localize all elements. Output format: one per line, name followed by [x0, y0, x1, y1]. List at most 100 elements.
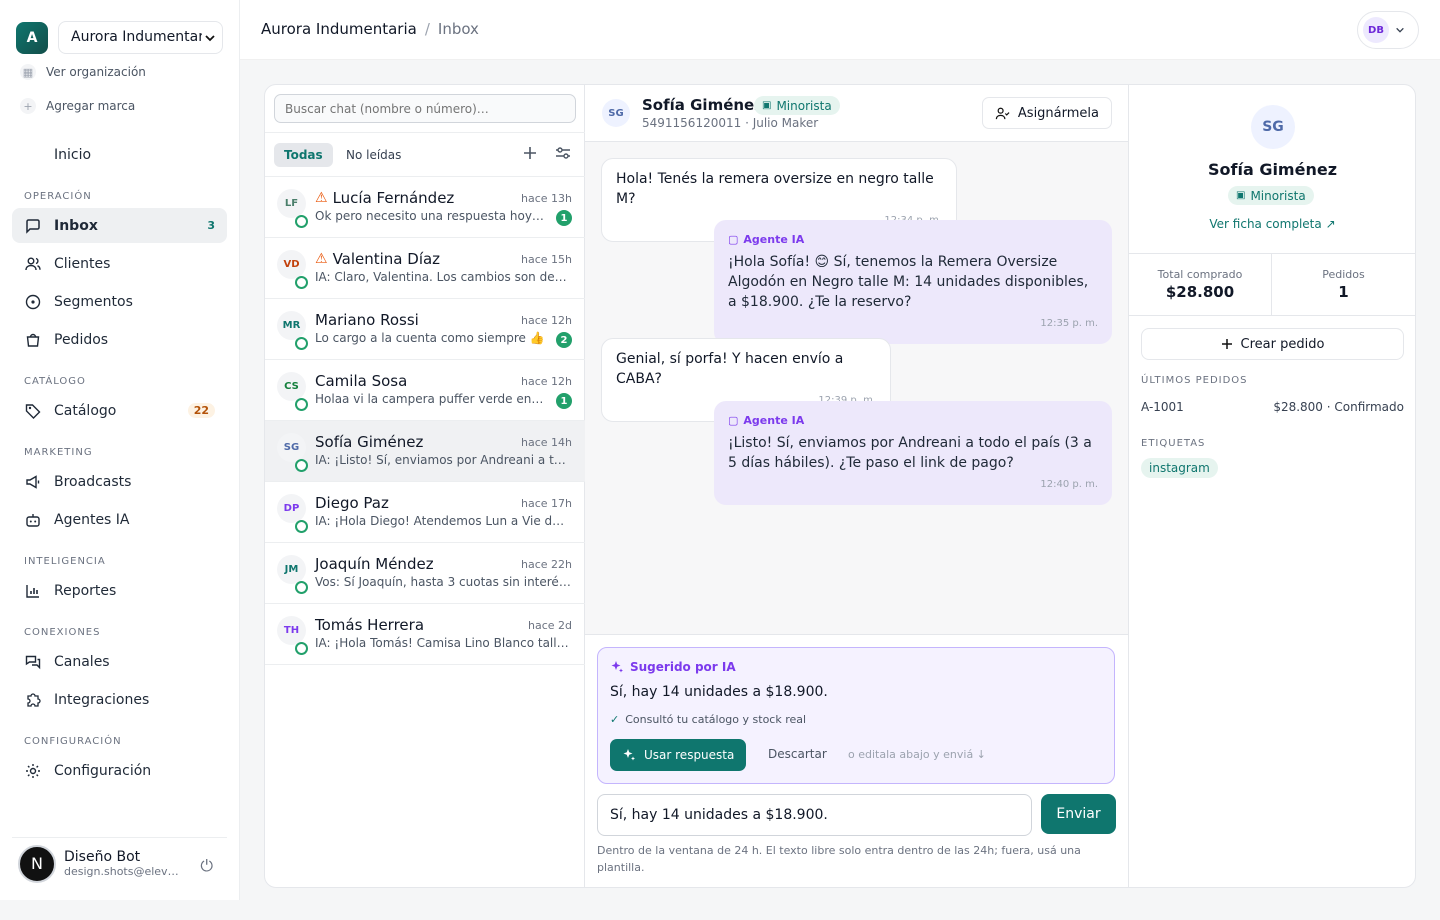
plus-icon — [1221, 339, 1232, 349]
bot-icon: ▢ — [728, 414, 739, 427]
nav-item-orders[interactable]: Pedidos — [12, 322, 227, 357]
order-row[interactable]: A-1001 $28.800 · Confirmado — [1141, 400, 1404, 414]
conversation-name: ⚠ Lucía Fernández — [315, 189, 454, 207]
avatar: SG — [277, 433, 306, 462]
order-id: A-1001 — [1141, 400, 1184, 414]
message-text: ¡Hola Sofía! 😊 Sí, tenemos la Remera Ove… — [728, 254, 1089, 310]
label-tag[interactable]: instagram — [1141, 458, 1218, 478]
nav-item-settings[interactable]: Configuración — [12, 753, 227, 788]
whatsapp-icon — [295, 215, 308, 228]
whatsapp-icon — [295, 520, 308, 533]
nav-item-broadcasts[interactable]: Broadcasts — [12, 464, 227, 499]
section-operation: OPERACIÓN — [24, 191, 92, 202]
org-select[interactable]: Aurora Indumentaria — [58, 21, 223, 54]
conversation-item[interactable]: CS Camila Sosa hace 12h Holaa vi la campera… — [265, 360, 585, 421]
user-menu-button[interactable]: DB — [1357, 11, 1419, 49]
nav-item-channels[interactable]: Canales — [12, 644, 227, 679]
conversation-name: Diego Paz — [315, 494, 389, 512]
filter-all-tab[interactable]: Todas — [274, 143, 333, 167]
conversation-item[interactable]: JM Joaquín Méndez hace 22h Vos: Sí Joaquín,… — [265, 543, 585, 604]
nav-item-agents[interactable]: Agentes IA — [12, 502, 227, 537]
conversation-name-text: Joaquín Méndez — [315, 555, 434, 573]
send-button[interactable]: Enviar — [1041, 794, 1116, 834]
nav-item-label: Inbox — [54, 217, 98, 234]
topbar: Aurora Indumentaria / Inbox DB — [240, 0, 1440, 60]
section-config: CONFIGURACIÓN — [24, 736, 122, 747]
suggestion-title: Sugerido por IA — [610, 660, 736, 674]
sidebar: A Aurora Indumentaria ▦ Ver organización… — [0, 0, 240, 900]
conversation-time: hace 13h — [521, 192, 572, 205]
plus-icon[interactable] — [523, 145, 537, 164]
users-icon — [25, 257, 41, 270]
search-input[interactable] — [274, 94, 576, 123]
stat-value: 1 — [1338, 283, 1349, 301]
customer-type-badge: ▣ Minorista — [754, 96, 840, 115]
external-link-icon: ↗ — [1325, 217, 1336, 231]
view-profile-link[interactable]: Ver ficha completa ↗ — [1129, 217, 1415, 231]
breadcrumb-org[interactable]: Aurora Indumentaria — [261, 20, 417, 38]
nav-item-integrations[interactable]: Integraciones — [12, 682, 227, 717]
target-icon — [25, 294, 41, 309]
power-icon[interactable]: ⏻ — [200, 856, 213, 876]
building-icon: ▦ — [20, 64, 36, 80]
nav-item-home[interactable]: Inicio — [12, 137, 227, 172]
whatsapp-icon — [295, 459, 308, 472]
conversation-item[interactable]: MR Mariano Rossi hace 12h Lo cargo a la cue… — [265, 299, 585, 360]
conversation-name-text: Valentina Díaz — [332, 250, 441, 268]
add-brand-link[interactable]: + Agregar marca — [20, 98, 135, 114]
ai-suggestion-card: Sugerido por IA Sí, hay 14 unidades a $1… — [597, 647, 1115, 784]
nav-item-inbox[interactable]: Inbox 3 — [12, 208, 227, 243]
whatsapp-icon — [295, 337, 308, 350]
view-org-link[interactable]: ▦ Ver organización — [20, 64, 146, 80]
conversation-item[interactable]: TH Tomás Herrera hace 2d IA: ¡Hola Tomás! C… — [265, 604, 585, 665]
avatar: DB — [1363, 17, 1389, 43]
avatar: JM — [277, 555, 306, 584]
unread-count-badge: 1 — [556, 393, 572, 409]
bot-icon: ▢ — [728, 233, 739, 246]
use-suggestion-button[interactable]: Usar respuesta — [610, 739, 747, 771]
nav-item-label: Agentes IA — [54, 511, 130, 528]
conversation-time: hace 2d — [527, 619, 572, 632]
brand-row: A Aurora Indumentaria — [16, 21, 223, 54]
ai-agent-text: Agente IA — [743, 233, 805, 246]
nav-item-reports[interactable]: Reportes — [12, 573, 227, 608]
suggestion-title-text: Sugerido por IA — [630, 660, 736, 674]
customer-type-badge: ▣ Minorista — [1228, 186, 1314, 205]
chevron-down-icon — [202, 22, 216, 53]
avatar: DP — [277, 494, 306, 523]
shopping-bag-icon — [26, 333, 40, 347]
avatar: LF — [277, 189, 306, 218]
nav-item-catalog[interactable]: Catálogo 22 — [12, 393, 227, 428]
stat-orders: Pedidos 1 — [1272, 254, 1415, 315]
message-input[interactable]: Sí, hay 14 unidades a $18.900. — [597, 794, 1032, 836]
ai-agent-label: ▢ Agente IA — [728, 230, 1098, 250]
suggestion-check-text: Consultó tu catálogo y stock real — [625, 713, 807, 726]
conversation-item[interactable]: DP Diego Paz hace 17h IA: ¡Hola Diego! Aten… — [265, 482, 585, 543]
conversation-time: hace 12h — [521, 375, 572, 388]
message-time: 12:40 p. m. — [1040, 479, 1098, 490]
brand-logo: A — [16, 21, 48, 54]
conversation-item[interactable]: LF ⚠ Lucía Fernández hace 13h Ok pero necesi… — [265, 177, 585, 238]
filter-unread-tab[interactable]: No leídas — [336, 143, 411, 167]
assign-to-me-button[interactable]: Asignármela — [981, 97, 1112, 129]
window-note: Dentro de la ventana de 24 h. El texto l… — [597, 844, 1081, 874]
filter-sliders-icon[interactable] — [555, 145, 571, 164]
conversation-item[interactable]: VD ⚠ Valentina Díaz hace 15h IA: Claro, Vale… — [265, 238, 585, 299]
nav-item-label: Canales — [54, 653, 110, 670]
customer-stats: Total comprado $28.800 Pedidos 1 — [1129, 253, 1415, 316]
user-profile[interactable]: N Diseño Bot design.shots@elevenlabs.io … — [12, 837, 227, 889]
conversation-preview: IA: ¡Listo! Sí, enviamos por Andreani a … — [315, 453, 571, 467]
nav-item-clients[interactable]: Clientes — [12, 246, 227, 281]
create-order-label: Crear pedido — [1240, 336, 1325, 352]
nav-item-segments[interactable]: Segmentos — [12, 284, 227, 319]
gear-icon — [26, 763, 40, 778]
create-order-button[interactable]: Crear pedido — [1141, 328, 1404, 360]
discard-suggestion-button[interactable]: Descartar — [768, 747, 827, 761]
chat-view: SG Sofía Giménez ▣ Minorista 54911561200… — [585, 85, 1128, 887]
nav-item-label: Integraciones — [54, 691, 150, 708]
chat-header: SG Sofía Giménez ▣ Minorista 54911561200… — [585, 85, 1128, 142]
avatar: N — [18, 844, 56, 883]
customer-type-label: Minorista — [1250, 188, 1306, 203]
conversation-item[interactable]: SG Sofía Giménez hace 14h IA: ¡Listo! Sí, e… — [265, 421, 585, 482]
conversation-preview: IA: Claro, Valentina. Los cambios son de… — [315, 270, 571, 284]
